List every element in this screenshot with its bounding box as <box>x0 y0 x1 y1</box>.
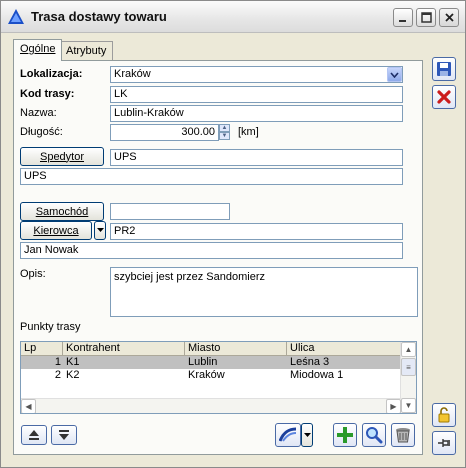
search-button[interactable] <box>362 423 386 447</box>
close-icon <box>444 13 454 22</box>
window: Trasa dostawy towaru Ogólne Atrybuty Lok… <box>0 0 466 468</box>
spin-up-icon[interactable]: ▲ <box>219 124 230 132</box>
table-row[interactable]: 1 K1 Lublin Leśna 3 <box>21 356 401 369</box>
tab-ogolne[interactable]: Ogólne <box>13 39 63 62</box>
opis-label: Opis: <box>20 268 46 280</box>
title-bar[interactable]: Trasa dostawy towaru <box>1 1 465 33</box>
lokalizacja-dropdown-button[interactable] <box>387 67 402 82</box>
cell-miasto: Kraków <box>188 369 225 381</box>
spedytor-code-input[interactable]: UPS <box>110 149 403 166</box>
samochod-input[interactable] <box>110 203 230 220</box>
spedytor-button[interactable]: Spedytor <box>20 147 104 166</box>
caret-down-icon <box>96 228 104 232</box>
cell-ulica: Leśna 3 <box>290 356 330 368</box>
scroll-up-icon[interactable]: ▲ <box>401 342 416 357</box>
spedytor-name-field: UPS <box>20 168 403 185</box>
nazwa-label: Nazwa: <box>20 107 57 119</box>
scroll-right-icon[interactable]: ▶ <box>386 399 401 413</box>
window-title: Trasa dostawy towaru <box>31 9 167 24</box>
cell-kontrahent: K1 <box>66 356 80 368</box>
arrow-up-bar-icon <box>29 430 39 440</box>
spedytor-button-label: Spedytor <box>39 150 85 163</box>
opis-value: szybciej jest przez Sandomierz <box>114 271 266 283</box>
dlugosc-label: Długość: <box>20 126 63 138</box>
pushpin-icon <box>438 439 450 447</box>
red-x-icon <box>437 90 451 104</box>
tab-atrybuty[interactable]: Atrybuty <box>59 41 114 60</box>
move-down-button[interactable] <box>51 425 77 445</box>
table-row[interactable]: 2 K2 Kraków Miodowa 1 <box>21 369 401 382</box>
maximize-icon <box>420 12 432 23</box>
route-map-icon <box>279 427 297 442</box>
kierowca-code-input[interactable]: PR2 <box>110 223 403 240</box>
delete-button[interactable] <box>391 423 415 447</box>
kierowca-code-value: PR2 <box>114 225 136 237</box>
lokalizacja-value: Kraków <box>114 68 151 80</box>
kierowca-dropdown-button[interactable] <box>94 221 106 240</box>
magnifier-icon <box>366 427 383 444</box>
kierowca-name-field: Jan Nowak <box>20 242 403 259</box>
kod-trasy-value: LK <box>114 88 128 100</box>
dlugosc-unit: [km] <box>238 126 259 138</box>
vertical-scrollbar[interactable]: ▲ ≡ <box>400 342 416 400</box>
save-button[interactable] <box>432 57 456 81</box>
green-plus-icon <box>337 427 353 443</box>
floppy-disk-icon <box>437 62 451 76</box>
kod-trasy-label: Kod trasy: <box>20 88 75 100</box>
chevron-down-icon <box>390 71 399 78</box>
tab-ogolne-label: Ogólne <box>20 43 56 55</box>
cell-lp: 1 <box>54 356 61 368</box>
minimize-icon <box>399 19 406 22</box>
kod-trasy-input[interactable]: LK <box>110 86 403 103</box>
spedytor-name-value: UPS <box>24 170 47 182</box>
kierowca-button[interactable]: Kierowca <box>20 221 92 240</box>
app-logo-icon <box>8 9 24 24</box>
caret-down-icon <box>303 432 311 437</box>
maximize-button[interactable] <box>416 8 436 27</box>
route-button[interactable] <box>275 423 301 447</box>
column-header-lp[interactable]: Lp <box>21 342 63 356</box>
nazwa-input[interactable]: Lublin-Kraków <box>110 105 403 122</box>
cancel-button[interactable] <box>432 85 456 109</box>
cell-lp: 2 <box>54 369 61 381</box>
grid-header: Lp Kontrahent Miasto Ulica <box>21 342 401 356</box>
route-dropdown-button[interactable] <box>301 423 313 447</box>
punkty-trasy-grid[interactable]: Lp Kontrahent Miasto Ulica 1 K1 Lublin L… <box>20 341 417 414</box>
cell-ulica: Miodowa 1 <box>290 369 344 381</box>
trash-can-icon <box>396 428 410 443</box>
kierowca-name-value: Jan Nowak <box>24 244 79 256</box>
padlock-open-icon <box>438 407 450 423</box>
cell-miasto: Lublin <box>188 356 218 368</box>
nazwa-value: Lublin-Kraków <box>114 107 184 119</box>
opis-textarea[interactable]: szybciej jest przez Sandomierz <box>110 267 418 317</box>
samochod-button-label: Samochód <box>35 205 89 218</box>
close-button[interactable] <box>439 8 459 27</box>
add-button[interactable] <box>333 423 357 447</box>
dlugosc-spinner[interactable]: ▲ ▼ <box>219 124 230 141</box>
column-header-miasto[interactable]: Miasto <box>185 342 287 356</box>
lokalizacja-select[interactable]: Kraków <box>110 66 403 83</box>
spin-down-icon[interactable]: ▼ <box>219 132 230 140</box>
move-up-button[interactable] <box>21 425 47 445</box>
pin-button[interactable] <box>432 431 456 455</box>
punkty-trasy-label: Punkty trasy <box>20 321 81 333</box>
column-header-ulica[interactable]: Ulica <box>287 342 401 356</box>
kierowca-button-label: Kierowca <box>33 224 79 237</box>
dlugosc-value: 300.00 <box>181 126 215 138</box>
lock-button[interactable] <box>432 403 456 427</box>
samochod-button[interactable]: Samochód <box>20 202 104 221</box>
column-header-kontrahent[interactable]: Kontrahent <box>63 342 185 356</box>
dlugosc-input[interactable]: 300.00 <box>110 124 219 141</box>
minimize-button[interactable] <box>393 8 413 27</box>
spedytor-code-value: UPS <box>114 151 137 163</box>
horizontal-scrollbar[interactable]: ◀ ▶ <box>21 398 401 413</box>
tab-atrybuty-label: Atrybuty <box>66 45 107 57</box>
arrow-down-bar-icon <box>59 430 69 440</box>
scroll-left-icon[interactable]: ◀ <box>21 399 36 413</box>
cell-kontrahent: K2 <box>66 369 80 381</box>
scroll-thumb[interactable]: ≡ <box>401 358 416 376</box>
lokalizacja-label: Lokalizacja: <box>20 68 83 80</box>
scroll-down-icon[interactable]: ▼ <box>401 398 416 413</box>
